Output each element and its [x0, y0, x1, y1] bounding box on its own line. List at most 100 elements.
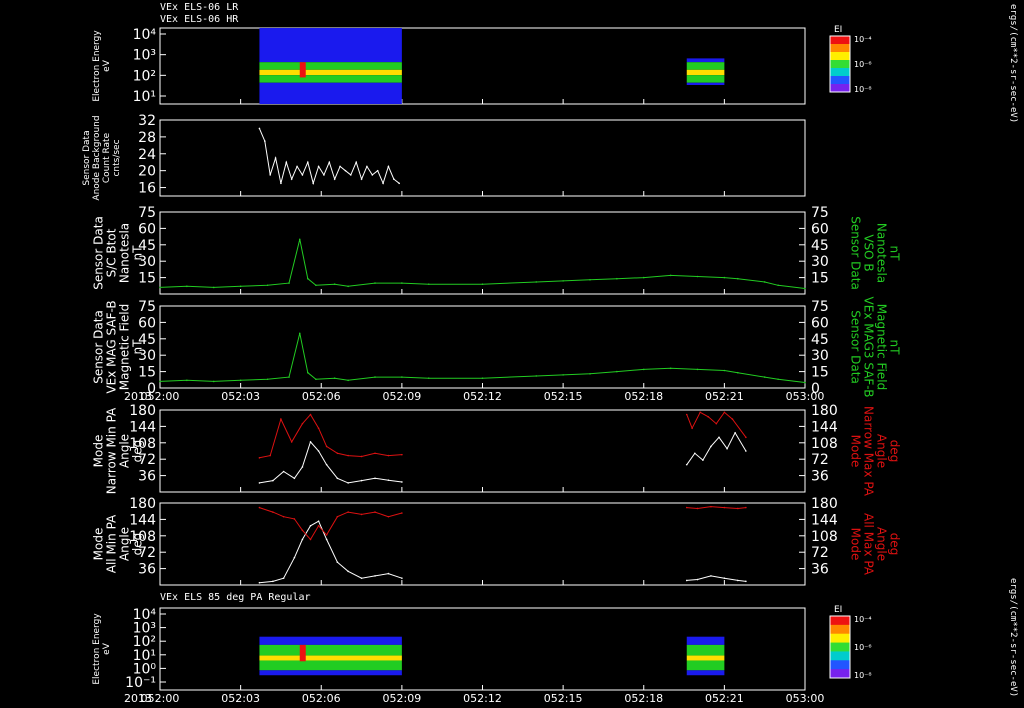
data-point-p4 — [696, 368, 699, 371]
data-point-p3 — [374, 282, 376, 284]
data-point-p5 — [272, 479, 274, 482]
left-label-line: Angle — [118, 434, 132, 468]
ytick-label-p2: 32 — [138, 113, 156, 129]
time-tick-label: 052:12 — [463, 692, 502, 705]
colorbar-swatch — [830, 669, 850, 679]
ytick-right-label-p6: 144 — [811, 512, 838, 528]
time-tick-label: 052:12 — [463, 390, 502, 403]
data-point-p3 — [266, 284, 269, 287]
time-tick-label: 052:18 — [624, 692, 663, 705]
ytick-right-label-p5: 180 — [811, 403, 838, 419]
data-point-p4 — [239, 379, 242, 382]
series-line-p2-0 — [258, 128, 400, 186]
series-line-p6-0 — [259, 520, 403, 584]
data-point-p5 — [317, 450, 320, 452]
data-point-p6 — [737, 507, 739, 510]
left-label-line: Nanotesla — [118, 223, 132, 283]
data-point-p4 — [589, 372, 591, 375]
data-point-p2 — [350, 174, 352, 176]
data-point-p6 — [685, 506, 688, 509]
right-label-line: Angle — [875, 527, 889, 561]
data-point-p2 — [301, 174, 304, 176]
data-point-p5 — [301, 466, 304, 468]
data-point-p4 — [374, 376, 376, 378]
data-point-p5 — [702, 459, 704, 461]
heatmap-cell-p1 — [259, 82, 402, 104]
right-label-line: Sensor Data — [849, 310, 863, 384]
right-label-p5: Mode Narrow Max PA Angle deg — [849, 406, 902, 497]
time-tick-label: 052:03 — [221, 390, 260, 403]
panel-frame-p3 — [159, 211, 806, 295]
data-point-p3 — [616, 277, 618, 280]
colorbar-swatch — [830, 76, 850, 85]
colorbar-tick: 10⁻⁴ — [854, 615, 872, 624]
data-point-p6 — [347, 570, 349, 573]
colorbar-swatch — [830, 52, 850, 61]
ytick-label-p3: 75 — [138, 205, 156, 221]
time-tick-label: 053:00 — [786, 390, 825, 403]
data-point-p5 — [293, 477, 296, 480]
ytick-right-label-p5: 108 — [811, 436, 838, 452]
data-point-p4 — [186, 379, 188, 382]
data-point-p6 — [723, 577, 726, 579]
data-point-p5 — [301, 422, 304, 425]
heatmap-cell-p7 — [686, 670, 725, 676]
colorbar-tick: 10⁻⁶ — [854, 643, 872, 652]
header-line-2: VEx ELS-06 HR — [160, 14, 239, 25]
data-point-p2 — [312, 182, 314, 185]
data-point-p6 — [387, 572, 390, 575]
data-point-p5 — [258, 457, 261, 459]
data-point-p3 — [315, 284, 317, 287]
data-point-p4 — [642, 368, 645, 371]
ytick-right-label-p6: 72 — [811, 545, 829, 561]
data-point-p3 — [481, 283, 484, 285]
right-label-p3: Sensor Data VSO B Nanotesla nT — [849, 216, 902, 290]
data-point-p4 — [288, 376, 290, 378]
series-line-p5-0 — [259, 440, 402, 484]
colorbar-swatch — [830, 660, 850, 670]
left-label-line: Sensor Data — [92, 310, 106, 384]
left-label-line: eV — [102, 59, 112, 72]
heatmap-cell-p7 — [686, 636, 725, 645]
data-point-p5 — [401, 481, 403, 483]
data-point-p4 — [723, 369, 726, 372]
ytick-right-label-p6: 180 — [811, 496, 838, 512]
left-label-p4: Sensor Data VEx MAG SAF-B Magnetic Field nT — [92, 300, 145, 393]
colorbar-tick: 10⁻⁸ — [854, 85, 872, 94]
left-label-line: Magnetic Field — [118, 304, 132, 390]
ytick-right-label-p5: 72 — [811, 452, 829, 468]
data-point-p3 — [589, 278, 591, 281]
data-point-p4 — [315, 378, 317, 381]
colorbar-swatch — [830, 624, 850, 635]
data-point-p2 — [290, 178, 293, 180]
data-point-p2 — [264, 140, 266, 142]
data-point-p4 — [763, 376, 766, 378]
data-point-p6 — [685, 579, 688, 582]
left-label-line: deg — [131, 440, 145, 463]
data-point-p6 — [317, 524, 320, 527]
data-point-p6 — [301, 529, 304, 532]
time-tick-label: 052:21 — [705, 692, 744, 705]
right-label-line: Mode — [849, 528, 863, 561]
ytick-label-p6: 180 — [129, 496, 156, 512]
data-point-p2 — [333, 178, 336, 180]
data-point-p3 — [642, 276, 645, 279]
ytick-right-label-p6: 36 — [811, 562, 829, 578]
ei-spectrogram-stack: 10⁴10³10²10¹Electron Energy eVEI10⁻⁴10⁻⁶1… — [82, 25, 902, 705]
data-point-p5 — [269, 454, 271, 457]
ytick-label-p3: 60 — [138, 221, 156, 237]
left-label-line: eV — [102, 642, 112, 655]
ytick-right-label-p3: 60 — [811, 221, 829, 237]
data-point-p6 — [258, 581, 261, 584]
colorbar-swatch — [830, 36, 850, 45]
heatmap-cell-p1 — [686, 75, 725, 83]
data-point-p3 — [333, 283, 336, 285]
data-point-p2 — [269, 174, 271, 176]
data-point-p2 — [360, 178, 363, 180]
ytick-right-label-p3: 75 — [811, 205, 829, 221]
data-point-p4 — [333, 377, 336, 379]
data-point-p4 — [266, 378, 269, 381]
data-point-p3 — [737, 277, 739, 280]
data-point-p5 — [317, 427, 320, 430]
bottom-panel-title: VEx ELS 85 deg PA Regular — [160, 592, 311, 603]
